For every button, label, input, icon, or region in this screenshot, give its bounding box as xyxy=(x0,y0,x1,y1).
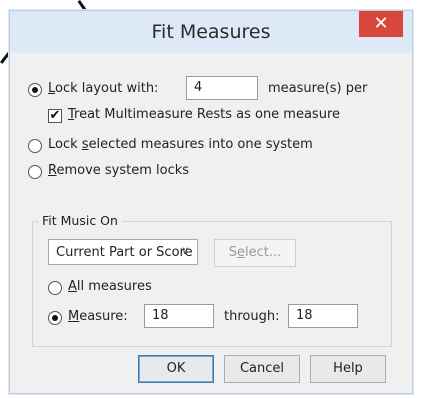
all-measures-label: All measures xyxy=(68,279,152,294)
through-label: through: xyxy=(224,309,280,324)
treat-multimeasure-checkbox[interactable]: ✔ xyxy=(48,109,62,123)
close-icon: ✕ xyxy=(373,13,389,34)
measure-to-field[interactable]: 18 xyxy=(288,304,358,328)
lock-selected-label: Lock selected measures into one system xyxy=(48,137,313,152)
dialog-content: Lock layout with: 4 measure(s) per ✔ Tre… xyxy=(10,53,412,393)
checkmark-icon: ✔ xyxy=(49,108,61,123)
lock-selected-radio[interactable] xyxy=(28,139,42,153)
treat-multimeasure-label: Treat Multimeasure Rests as one measure xyxy=(68,107,341,122)
help-button[interactable]: Help xyxy=(310,355,386,383)
measure-range-label: Measure: xyxy=(68,309,128,324)
close-button[interactable]: ✕ xyxy=(359,11,403,37)
lock-layout-label: Lock layout with: xyxy=(48,81,159,96)
lock-layout-radio[interactable] xyxy=(28,83,42,97)
cancel-button[interactable]: Cancel xyxy=(224,355,300,383)
all-measures-radio[interactable] xyxy=(48,281,62,295)
remove-locks-radio[interactable] xyxy=(28,165,42,179)
dialog-title: Fit Measures xyxy=(151,21,271,43)
title-bar: Fit Measures ✕ xyxy=(10,11,412,53)
lock-layout-count-field[interactable]: 4 xyxy=(186,76,258,100)
measure-from-field[interactable]: 18 xyxy=(144,304,214,328)
measures-per-label: measure(s) per xyxy=(268,81,368,96)
fit-music-on-title: Fit Music On xyxy=(38,213,122,228)
fit-scope-select[interactable]: Current Part or Score ∨ xyxy=(48,239,198,265)
ok-button[interactable]: OK xyxy=(138,355,214,383)
chevron-down-icon: ∨ xyxy=(180,244,189,257)
measure-range-radio[interactable] xyxy=(48,311,62,325)
remove-locks-label: Remove system locks xyxy=(48,163,190,178)
fit-measures-dialog: Fit Measures ✕ Lock layout with: 4 measu… xyxy=(9,10,413,394)
select-button[interactable]: Select... xyxy=(214,239,296,267)
fit-scope-value: Current Part or Score xyxy=(56,245,193,260)
